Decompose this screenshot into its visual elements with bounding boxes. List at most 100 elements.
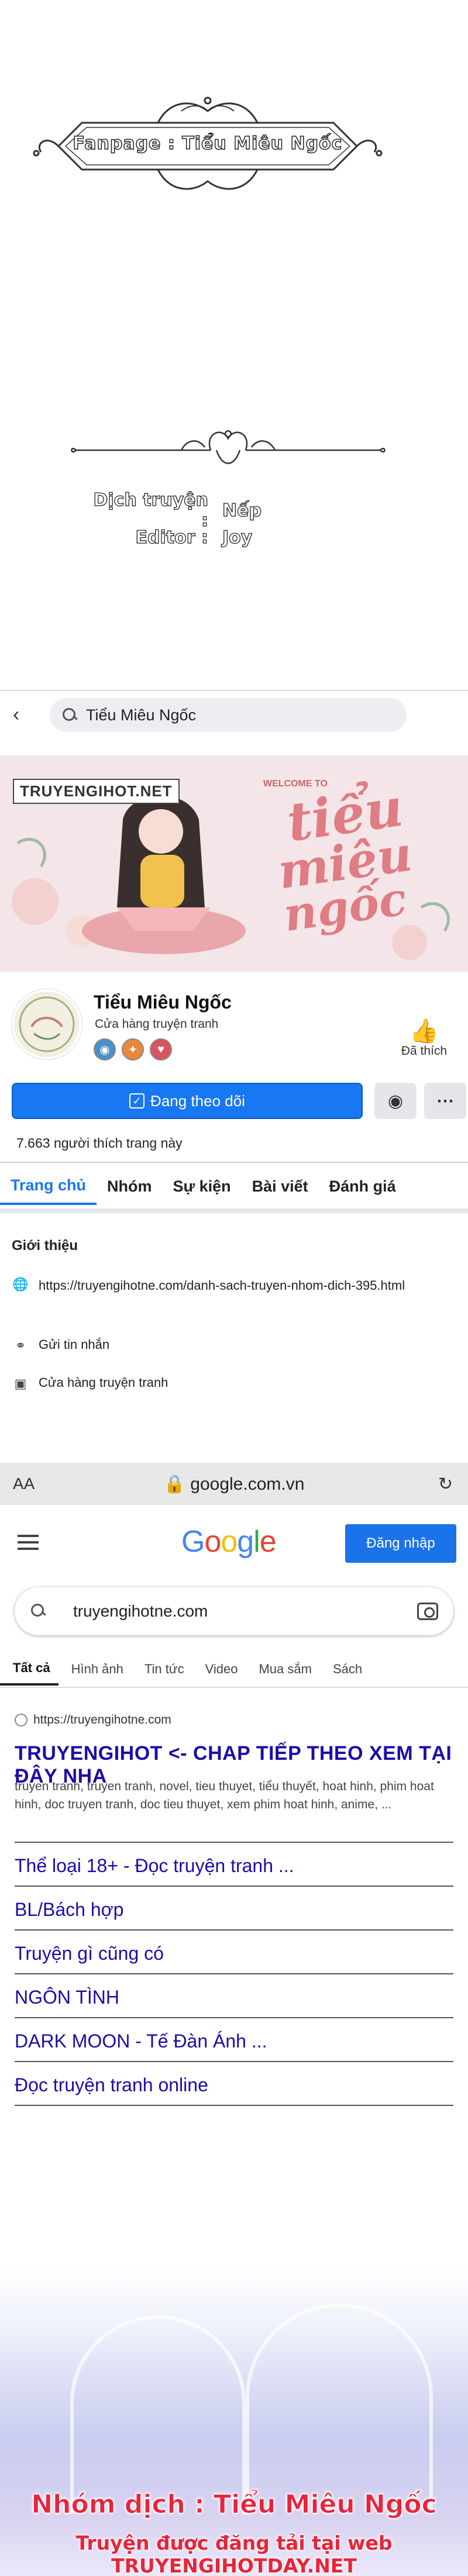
- intro-message-row[interactable]: ⚭ Gửi tin nhắn: [12, 1337, 109, 1355]
- google-search-input[interactable]: truyengihotne.com: [15, 1587, 453, 1635]
- result-url: https://truyengihotne.com: [33, 1713, 171, 1726]
- intro-message-label: Gửi tin nhắn: [39, 1337, 110, 1352]
- back-arrow-icon[interactable]: ‹: [13, 705, 29, 724]
- translator-row: Dịch truyện : Nếp: [82, 489, 262, 531]
- editor-label: Editor :: [135, 527, 209, 548]
- tab-posts[interactable]: Bài viết: [242, 1168, 319, 1205]
- likes-count: 7.663 người thích trang này: [16, 1135, 183, 1151]
- search-icon: [30, 1603, 46, 1619]
- divider: [15, 1973, 453, 1974]
- site-favicon-icon: [15, 1714, 27, 1726]
- hamburger-menu-icon[interactable]: [18, 1535, 39, 1550]
- tab-home[interactable]: Trang chủ: [0, 1168, 97, 1205]
- sitelink-3[interactable]: Truyện gì cũng có: [15, 1943, 453, 1964]
- intro-category-label: Cửa hàng truyện tranh: [39, 1375, 168, 1390]
- thumbs-up-icon: 👍: [410, 1018, 439, 1044]
- tab-video[interactable]: Video: [192, 1653, 246, 1686]
- result-snippet: truyen tranh, truyen tranh, novel, tieu …: [15, 1780, 434, 1811]
- badge-star-icon: ✦: [122, 1038, 144, 1061]
- messenger-icon: ◉: [387, 1091, 404, 1111]
- divider: [15, 2017, 453, 2018]
- shop-icon: ▣: [14, 1376, 27, 1391]
- tab-events[interactable]: Sự kiện: [163, 1168, 242, 1205]
- background-arch-icon: [246, 2304, 433, 2514]
- tab-shopping[interactable]: Mua sắm: [246, 1653, 319, 1686]
- divider: [0, 1162, 468, 1163]
- translator-name: Nếp: [222, 500, 261, 521]
- tab-groups[interactable]: Nhóm: [97, 1168, 163, 1205]
- page-actions: ✓ Đang theo dõi ◉ ⋯: [12, 1083, 466, 1119]
- tab-books[interactable]: Sách: [320, 1653, 370, 1686]
- cover-watermark-label: TRUYENGIHOT.NET: [13, 779, 180, 804]
- more-options-button[interactable]: ⋯: [424, 1083, 466, 1119]
- divider: [15, 2105, 453, 2106]
- facebook-search-text: Tiểu Miêu Ngốc: [86, 706, 197, 724]
- google-logo: Google: [181, 1525, 277, 1559]
- messenger-icon: ⚭: [15, 1338, 26, 1353]
- page-name[interactable]: Tiểu Miêu Ngốc: [94, 992, 232, 1013]
- credits-list: Dịch truyện : Nếp Editor : Joy: [82, 489, 262, 551]
- page-tabs: Trang chủ Nhóm Sự kiện Bài viết Đánh giá: [0, 1168, 468, 1208]
- result-source[interactable]: https://truyengihotne.com: [15, 1713, 171, 1727]
- tab-all[interactable]: Tất cả: [0, 1653, 58, 1686]
- address-url-text: google.com.vn: [190, 1474, 305, 1494]
- divider: [15, 1929, 453, 1931]
- cover-photo[interactable]: TRUYENGIHOT.NET WELCOME TO tiểu miêu ngố…: [0, 755, 468, 972]
- page-badges: ◉ ✦ ♥: [94, 1038, 172, 1061]
- divider: [15, 1886, 453, 1887]
- facebook-search-bar[interactable]: Tiểu Miêu Ngốc: [50, 698, 407, 732]
- intro-website-row: 🌐 https://truyengihotne.com/danh-sach-tr…: [12, 1276, 445, 1296]
- camera-lens-icon[interactable]: [417, 1603, 438, 1620]
- badge-heart-icon: ♥: [150, 1038, 172, 1061]
- reload-icon[interactable]: ↻: [438, 1474, 453, 1494]
- check-icon: ✓: [129, 1093, 145, 1109]
- credits-panel: Fanpage : Tiểu Miêu Ngốc Dịch truyện : N…: [0, 0, 468, 690]
- liked-label: Đã thích: [401, 1044, 448, 1058]
- search-query: truyengihotne.com: [73, 1602, 208, 1620]
- intro-website-link[interactable]: https://truyengihotne.com/danh-sach-truy…: [39, 1276, 425, 1296]
- fanpage-ornament-frame: Fanpage : Tiểu Miêu Ngốc: [23, 88, 392, 205]
- avatar-logo-icon: [19, 996, 75, 1052]
- page-category: Cửa hàng truyện tranh: [95, 1017, 219, 1031]
- fanpage-label: Fanpage : Tiểu Miêu Ngốc: [73, 133, 343, 154]
- sitelink-6[interactable]: Đọc truyện tranh online: [15, 2074, 453, 2096]
- cover-title: tiểu miêu ngốc: [234, 776, 456, 942]
- divider-ornament-icon: [71, 430, 386, 464]
- sitelink-2[interactable]: BL/Bách hợp: [15, 1899, 453, 1921]
- sitelink-5[interactable]: DARK MOON - Tế Đàn Ánh ...: [15, 2031, 453, 2052]
- messenger-button[interactable]: ◉: [374, 1083, 417, 1119]
- sitelink-1[interactable]: Thể loại 18+ - Đọc truyện tranh ...: [15, 1855, 453, 1877]
- facebook-topbar: ‹ Tiểu Miêu Ngốc: [0, 691, 468, 738]
- address-url: 🔒 google.com.vn: [163, 1474, 305, 1494]
- translator-label: Dịch truyện :: [93, 489, 209, 531]
- google-search-screenshot: Google Đăng nhập truyengihotne.com Tất c…: [0, 1511, 468, 2268]
- editor-name: Joy: [222, 527, 253, 548]
- footer-banner: Nhóm dịch : Tiểu Miêu Ngốc Truyện được đ…: [0, 2268, 468, 2576]
- intro-category-row: ▣ Cửa hàng truyện tranh: [12, 1375, 168, 1393]
- browser-address-bar[interactable]: AA 🔒 google.com.vn ↻: [0, 1463, 468, 1505]
- background-arch-icon: [70, 2315, 246, 2514]
- search-icon: [61, 707, 78, 723]
- sign-in-button[interactable]: Đăng nhập: [345, 1524, 456, 1563]
- editor-row: Editor : Joy: [82, 524, 261, 551]
- globe-icon: 🌐: [12, 1277, 29, 1292]
- more-dots-icon: ⋯: [436, 1091, 454, 1111]
- badge-globe-icon: ◉: [94, 1038, 116, 1061]
- search-tabs: Tất cả Hình ảnh Tin tức Video Mua sắm Sá…: [0, 1653, 468, 1688]
- intro-title: Giới thiệu: [12, 1238, 78, 1254]
- divider: [15, 1842, 453, 1843]
- liked-indicator[interactable]: 👍 Đã thích: [398, 1018, 450, 1058]
- facebook-page-screenshot: ‹ Tiểu Miêu Ngốc TRUYENGIHOT.NET WELCOME…: [0, 690, 468, 1511]
- tab-images[interactable]: Hình ảnh: [58, 1653, 132, 1686]
- page-avatar[interactable]: [12, 989, 82, 1059]
- page-profile-header: Tiểu Miêu Ngốc Cửa hàng truyện tranh ◉ ✦…: [0, 983, 468, 1077]
- section-divider: [0, 1208, 468, 1213]
- following-button[interactable]: ✓ Đang theo dõi: [12, 1083, 363, 1119]
- following-label: Đang theo dõi: [150, 1092, 245, 1110]
- footer-website-credit: Truyện được đăng tải tại web TRUYENGIHOT…: [75, 2532, 393, 2576]
- tab-reviews[interactable]: Đánh giá: [319, 1168, 407, 1205]
- footer-group-credit: Nhóm dịch : Tiểu Miêu Ngốc: [31, 2489, 437, 2520]
- sitelink-4[interactable]: NGÔN TÌNH: [15, 1987, 453, 2008]
- divider: [15, 2061, 453, 2062]
- tab-news[interactable]: Tin tức: [132, 1653, 192, 1686]
